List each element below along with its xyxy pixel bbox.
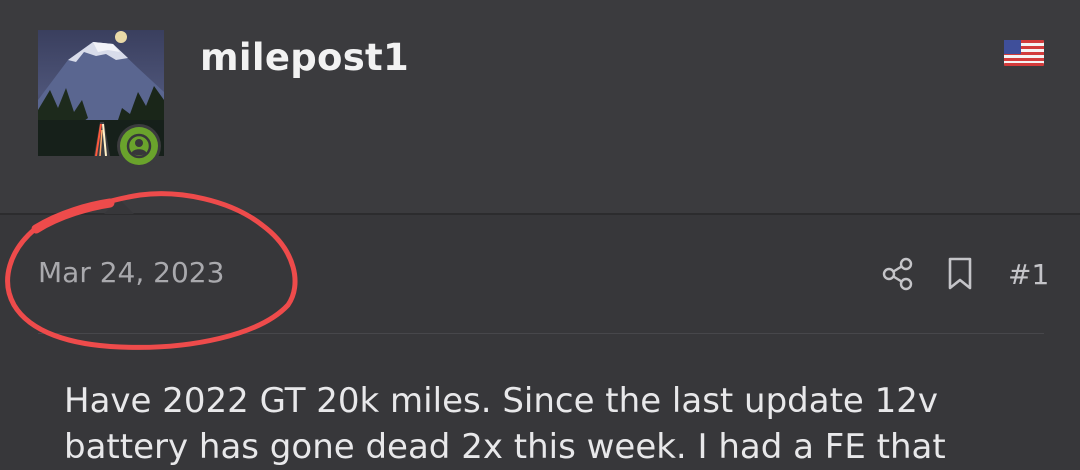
share-icon [882, 257, 913, 291]
post-header: milepost1 [0, 0, 1080, 213]
online-user-icon [120, 127, 158, 165]
content-divider [38, 333, 1044, 334]
author-username[interactable]: milepost1 [200, 36, 409, 79]
online-status-badge [117, 124, 161, 168]
bookmark-button[interactable] [946, 256, 974, 292]
post-number[interactable]: #1 [1008, 258, 1049, 291]
header-pointer [104, 199, 134, 214]
header-divider [0, 213, 1080, 215]
post-body: Have 2022 GT 20k miles. Since the last u… [64, 381, 946, 467]
us-flag-icon [1004, 40, 1044, 70]
bookmark-icon [948, 257, 972, 290]
share-button[interactable] [882, 256, 914, 292]
post-permalink[interactable]: #1 [1008, 256, 1049, 292]
post-date[interactable]: Mar 24, 2023 [38, 256, 224, 289]
